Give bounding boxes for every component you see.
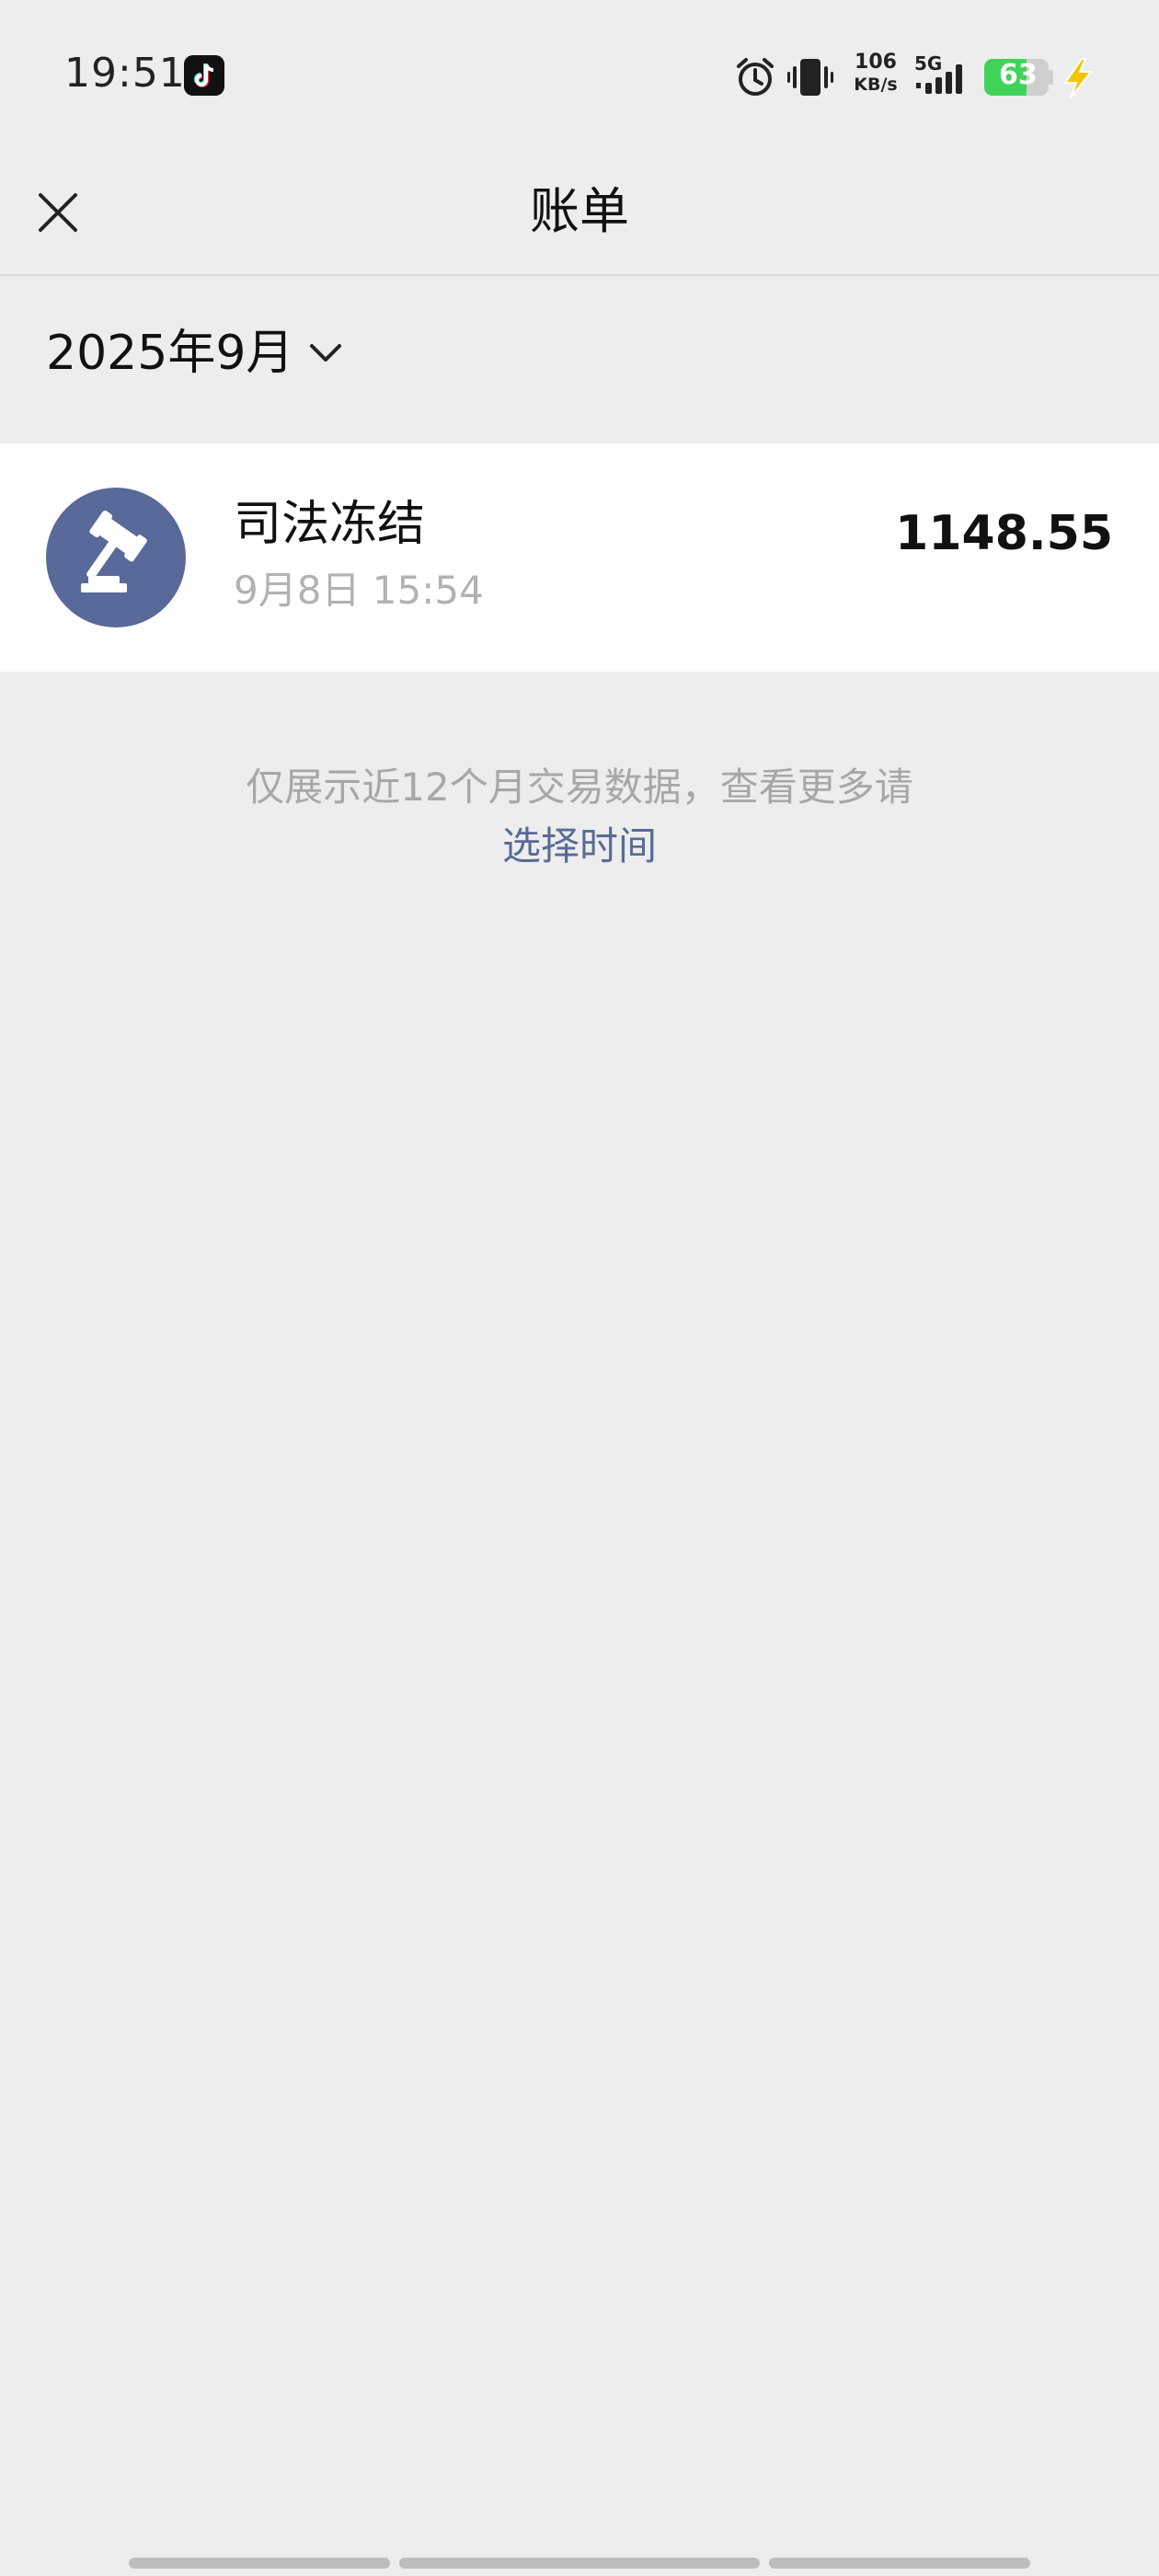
alarm-icon xyxy=(737,58,774,96)
tiktok-icon xyxy=(184,55,224,96)
transaction-avatar xyxy=(46,488,186,627)
vibrate-icon xyxy=(787,59,833,96)
gesture-bar-home[interactable] xyxy=(399,2558,760,2569)
charge-icon xyxy=(1063,58,1094,98)
footer-note: 仅展示近12个月交易数据，查看更多请 选择时间 xyxy=(0,758,1159,876)
status-bar: 19:51 106 KB/s 5G 63 xyxy=(0,0,1159,155)
battery-icon: 63 xyxy=(984,57,1054,98)
transaction-row[interactable]: 司法冻结 9月8日 15:54 1148.55 xyxy=(0,443,1159,672)
transaction-amount: 1148.55 xyxy=(895,506,1113,561)
transaction-list: 司法冻结 9月8日 15:54 1148.55 xyxy=(0,443,1159,672)
footer-note-text: 仅展示近12个月交易数据，查看更多请 xyxy=(246,765,913,810)
network-speed-value: 106 xyxy=(855,51,897,74)
page-title: 账单 xyxy=(530,182,629,240)
signal-icon: 5G xyxy=(914,52,962,94)
network-speed: 106 KB/s xyxy=(848,52,903,103)
battery-level: 63 xyxy=(999,59,1038,91)
status-time: 19:51 xyxy=(64,50,186,97)
gesture-bar-left xyxy=(129,2558,390,2569)
chevron-down-icon[interactable] xyxy=(308,342,343,364)
nav-bar: 账单 xyxy=(0,155,1159,276)
transaction-time: 9月8日 15:54 xyxy=(234,568,484,613)
month-selector[interactable]: 2025年9月 xyxy=(46,316,343,390)
transaction-title: 司法冻结 xyxy=(234,497,426,552)
network-type: 5G xyxy=(914,52,942,75)
gesture-bar-right xyxy=(769,2558,1030,2569)
gavel-icon xyxy=(81,510,147,592)
network-speed-unit: KB/s xyxy=(854,75,898,95)
month-label[interactable]: 2025年9月 xyxy=(46,316,293,390)
select-time-link[interactable]: 选择时间 xyxy=(0,817,1159,876)
